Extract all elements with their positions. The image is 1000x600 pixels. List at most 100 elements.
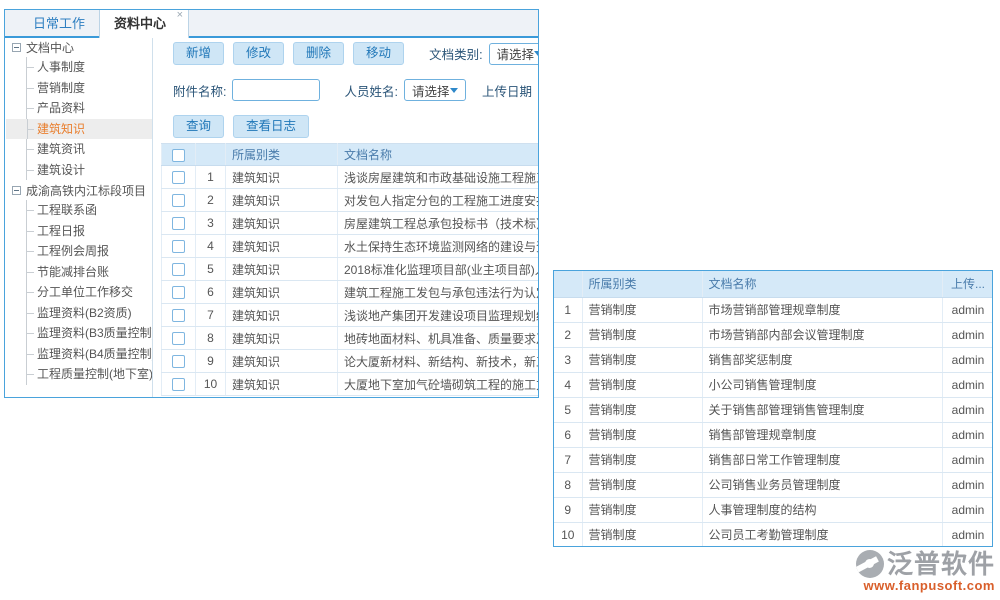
- table-row[interactable]: 8 营销制度 公司销售业务员管理制度 admin: [554, 472, 993, 497]
- cell-doc-name: 对发包人指定分包的工程施工进度安排...: [338, 189, 540, 212]
- table-row[interactable]: 4 营销制度 小公司销售管理制度 admin: [554, 372, 993, 397]
- row-checkbox[interactable]: [172, 217, 185, 230]
- close-icon[interactable]: ×: [177, 10, 183, 21]
- move-button[interactable]: 移动: [353, 42, 404, 65]
- table-row[interactable]: 2 营销制度 市场营销部内部会议管理制度 admin: [554, 322, 993, 347]
- tree-item-quality-basement[interactable]: 工程质量控制(地下室): [27, 364, 152, 385]
- tab-daily-work[interactable]: 日常工作: [19, 9, 99, 36]
- row-checkbox[interactable]: [172, 286, 185, 299]
- tab-data-center[interactable]: 资料中心 ×: [99, 9, 189, 38]
- tree-item-supervision-b4[interactable]: 监理资料(B4质量控制): [27, 344, 152, 365]
- cell-category: 建筑知识: [226, 304, 338, 327]
- row-checkbox[interactable]: [172, 263, 185, 276]
- cell-uploader: admin: [942, 497, 993, 522]
- cell-doc-name: 公司销售业务员管理制度: [702, 472, 942, 497]
- collapse-minus-icon[interactable]: [12, 186, 21, 195]
- cell-category: 建筑知识: [226, 327, 338, 350]
- tree-item-supervision-b2[interactable]: 监理资料(B2资质): [27, 303, 152, 324]
- table-row[interactable]: 9 建筑知识 论大厦新材料、新结构、新技术，新工...: [162, 350, 540, 373]
- collapse-minus-icon[interactable]: [12, 43, 21, 52]
- table-row[interactable]: 9 营销制度 人事管理制度的结构 admin: [554, 497, 993, 522]
- tree-node-doc-center[interactable]: 文档中心: [5, 38, 152, 57]
- table-row[interactable]: 6 营销制度 销售部管理规章制度 admin: [554, 422, 993, 447]
- edit-button[interactable]: 修改: [233, 42, 284, 65]
- brand-url: www.fanpusoft.com: [856, 578, 995, 593]
- table-row[interactable]: 6 建筑知识 建筑工程施工发包与承包违法行为认定...: [162, 281, 540, 304]
- tree-item-building-news[interactable]: 建筑资讯: [27, 139, 152, 160]
- tree-item-building-design[interactable]: 建筑设计: [27, 160, 152, 181]
- tree-item-weekly-meeting[interactable]: 工程例会周报: [27, 241, 152, 262]
- cell-doc-name: 2018标准化监理项目部(业主项目部)人员...: [338, 258, 540, 281]
- row-checkbox[interactable]: [172, 355, 185, 368]
- row-checkbox[interactable]: [172, 171, 185, 184]
- cell-category: 营销制度: [582, 397, 702, 422]
- header-index: [554, 271, 582, 297]
- tree-item-product-material[interactable]: 产品资料: [27, 98, 152, 119]
- row-checkbox[interactable]: [172, 240, 185, 253]
- table-row[interactable]: 1 建筑知识 浅谈房屋建筑和市政基础设施工程施工...: [162, 166, 540, 189]
- cell-doc-name: 水土保持生态环境监测网络的建设与资...: [338, 235, 540, 258]
- table-row[interactable]: 10 营销制度 公司员工考勤管理制度 admin: [554, 522, 993, 547]
- tree-item-building-knowledge[interactable]: 建筑知识: [6, 119, 152, 140]
- tree-group-doc-center: 人事制度 营销制度 产品资料 建筑知识 建筑资讯 建筑设计: [26, 57, 152, 180]
- table-row[interactable]: 5 营销制度 关于销售部管理销售管理制度 admin: [554, 397, 993, 422]
- doc-category-select[interactable]: 请选择: [489, 43, 539, 65]
- add-button[interactable]: 新增: [173, 42, 224, 65]
- tree-item-daily-report[interactable]: 工程日报: [27, 221, 152, 242]
- cell-num: 1: [196, 166, 226, 189]
- table-row[interactable]: 3 建筑知识 房屋建筑工程总承包投标书（技术标）...: [162, 212, 540, 235]
- cell-uploader: admin: [942, 297, 993, 322]
- table-row[interactable]: 8 建筑知识 地砖地面材料、机具准备、质量要求及...: [162, 327, 540, 350]
- view-log-button[interactable]: 查看日志: [233, 115, 309, 138]
- row-checkbox[interactable]: [172, 332, 185, 345]
- query-button[interactable]: 查询: [173, 115, 224, 138]
- table-row[interactable]: 5 建筑知识 2018标准化监理项目部(业主项目部)人员...: [162, 258, 540, 281]
- cell-category: 建筑知识: [226, 166, 338, 189]
- header-uploader: 上传...: [942, 271, 993, 297]
- cell-num: 7: [196, 304, 226, 327]
- tree-item-energy-ledger[interactable]: 节能减排台账: [27, 262, 152, 283]
- table-row[interactable]: 3 营销制度 销售部奖惩制度 admin: [554, 347, 993, 372]
- cell-category: 建筑知识: [226, 258, 338, 281]
- row-checkbox[interactable]: [172, 378, 185, 391]
- attachment-name-input[interactable]: [232, 79, 320, 101]
- brand-name: 泛普软件: [887, 550, 995, 578]
- header-doc-name: 文档名称: [702, 271, 942, 297]
- cell-num: 3: [554, 347, 582, 372]
- header-doc-name: 文档名称: [338, 144, 540, 166]
- tree-item-contact-letter[interactable]: 工程联系函: [27, 200, 152, 221]
- person-name-select[interactable]: 请选择: [404, 79, 466, 101]
- tree-node-label: 文档中心: [26, 39, 74, 56]
- table-row[interactable]: 1 营销制度 市场营销部管理规章制度 admin: [554, 297, 993, 322]
- tree-item-work-transfer[interactable]: 分工单位工作移交: [27, 282, 152, 303]
- row-checkbox[interactable]: [172, 309, 185, 322]
- tree-node-project[interactable]: 成渝高铁内江标段项目: [5, 180, 152, 200]
- tree-item-marketing-policy[interactable]: 营销制度: [27, 78, 152, 99]
- table-row[interactable]: 7 建筑知识 浅谈地产集团开发建设项目监理规划编...: [162, 304, 540, 327]
- cell-num: 10: [554, 522, 582, 547]
- right-table-header-row: 所属别类 文档名称 上传...: [554, 271, 993, 297]
- delete-button[interactable]: 删除: [293, 42, 344, 65]
- table-row[interactable]: 4 建筑知识 水土保持生态环境监测网络的建设与资...: [162, 235, 540, 258]
- cell-uploader: admin: [942, 422, 993, 447]
- cell-doc-name: 论大厦新材料、新结构、新技术，新工...: [338, 350, 540, 373]
- cell-doc-name: 销售部管理规章制度: [702, 422, 942, 447]
- cell-num: 8: [554, 472, 582, 497]
- table-row[interactable]: 7 营销制度 销售部日常工作管理制度 admin: [554, 447, 993, 472]
- tree-item-hr-policy[interactable]: 人事制度: [27, 57, 152, 78]
- watermark: 泛普软件 www.fanpusoft.com: [856, 550, 995, 593]
- cell-doc-name: 房屋建筑工程总承包投标书（技术标）...: [338, 212, 540, 235]
- select-all-checkbox[interactable]: [172, 149, 185, 162]
- cell-doc-name: 地砖地面材料、机具准备、质量要求及...: [338, 327, 540, 350]
- chevron-down-icon: [450, 88, 458, 93]
- cell-category: 建筑知识: [226, 189, 338, 212]
- cell-num: 7: [554, 447, 582, 472]
- table-row[interactable]: 10 建筑知识 大厦地下室加气砼墙砌筑工程的施工方...: [162, 373, 540, 396]
- cell-doc-name: 市场营销部内部会议管理制度: [702, 322, 942, 347]
- cell-uploader: admin: [942, 322, 993, 347]
- row-checkbox[interactable]: [172, 194, 185, 207]
- table-row[interactable]: 2 建筑知识 对发包人指定分包的工程施工进度安排...: [162, 189, 540, 212]
- tree-item-supervision-b3[interactable]: 监理资料(B3质量控制): [27, 323, 152, 344]
- cell-doc-name: 销售部奖惩制度: [702, 347, 942, 372]
- cell-uploader: admin: [942, 372, 993, 397]
